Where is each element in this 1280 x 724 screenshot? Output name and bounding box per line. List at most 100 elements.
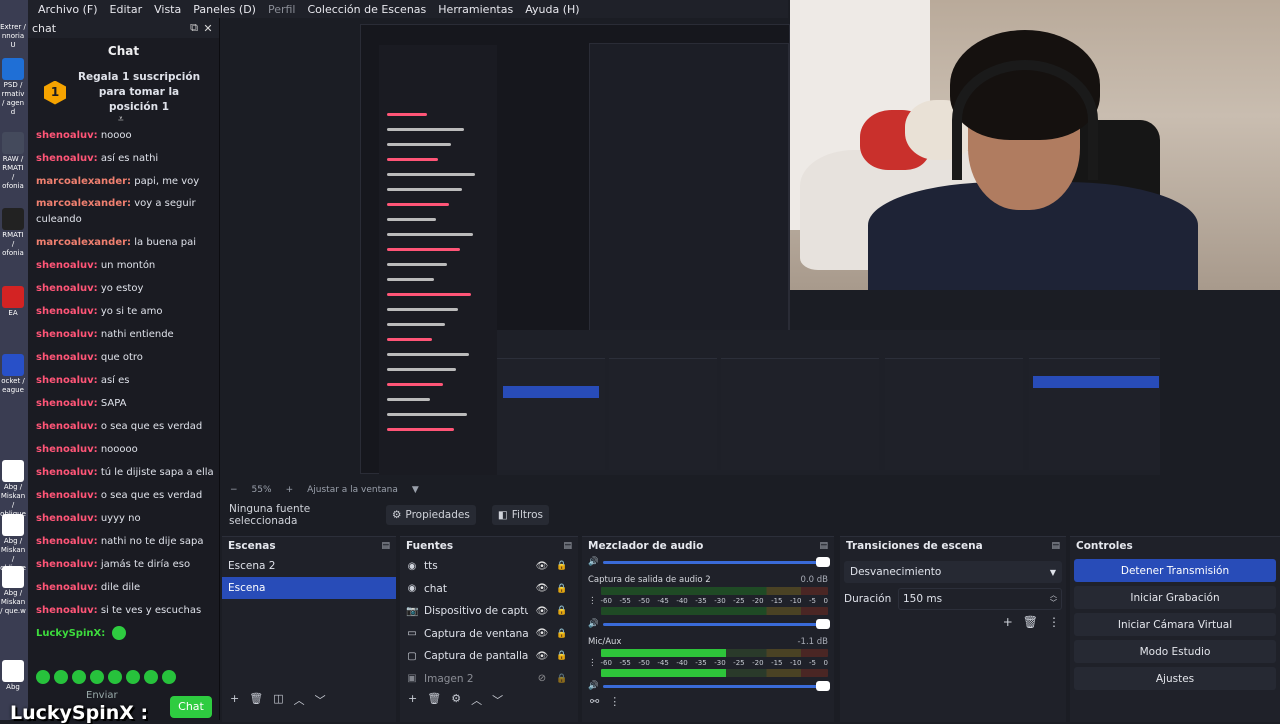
- chat-username[interactable]: shenoaluv:: [36, 329, 98, 340]
- desktop-icon[interactable]: EA: [0, 286, 26, 318]
- add-icon[interactable]: +: [230, 692, 239, 708]
- desktop-icon[interactable]: PSD / rmativ / agen d: [0, 58, 26, 117]
- lock-icon[interactable]: 🔒: [556, 606, 567, 616]
- chat-username[interactable]: LuckySpinX:: [36, 628, 105, 639]
- desktop-icon[interactable]: RMATI / ofonia: [0, 208, 26, 258]
- filter-icon[interactable]: ◫: [273, 692, 283, 708]
- menu-ayuda[interactable]: Ayuda (H): [519, 3, 585, 16]
- close-icon[interactable]: ✕: [201, 22, 215, 35]
- down-icon[interactable]: ﹀: [315, 692, 326, 708]
- dock-menu-icon[interactable]: ▤: [819, 541, 828, 551]
- emote-icon[interactable]: [72, 670, 86, 684]
- add-icon[interactable]: +: [1003, 615, 1013, 629]
- source-item[interactable]: ▢ Captura de pantalla 👁 🔒: [400, 645, 578, 668]
- scene-item[interactable]: Escena 2: [222, 555, 396, 577]
- emote-icon[interactable]: [162, 670, 176, 684]
- source-item[interactable]: ▣ Imagen 2 ⊘ 🔒: [400, 668, 578, 691]
- control-button[interactable]: Detener Transmisión: [1074, 559, 1276, 582]
- desktop-icon[interactable]: RAW / RMATI / ofonia: [0, 132, 26, 191]
- chat-username[interactable]: shenoaluv:: [36, 375, 98, 386]
- emote-icon[interactable]: [36, 670, 50, 684]
- filters-button[interactable]: ◧ Filtros: [491, 505, 549, 525]
- chat-username[interactable]: shenoaluv:: [36, 536, 98, 547]
- send-input[interactable]: Enviar: [86, 690, 118, 701]
- menu-editar[interactable]: Editar: [104, 3, 149, 16]
- speaker-icon[interactable]: 🔊: [588, 557, 599, 567]
- more-icon[interactable]: ⋮: [588, 596, 597, 606]
- menu-paneles[interactable]: Paneles (D): [187, 3, 262, 16]
- chat-username[interactable]: shenoaluv:: [36, 306, 98, 317]
- emote-icon[interactable]: [108, 670, 122, 684]
- source-item[interactable]: ◉ tts 👁 🔒: [400, 555, 578, 578]
- eye-icon[interactable]: 👁: [534, 583, 550, 594]
- desktop-icon[interactable]: Abg / Miskan / que.w: [0, 566, 26, 616]
- transition-select[interactable]: Desvanecimiento ▼: [844, 561, 1062, 583]
- eye-icon[interactable]: 👁: [534, 606, 550, 617]
- lock-icon[interactable]: 🔒: [556, 629, 567, 639]
- control-button[interactable]: Iniciar Grabación: [1074, 586, 1276, 609]
- stepper-icon[interactable]: ︿ ﹀: [1050, 591, 1057, 607]
- lock-icon[interactable]: 🔒: [556, 584, 567, 594]
- menu-perfil[interactable]: Perfil: [262, 3, 302, 16]
- control-button[interactable]: Ajustes: [1074, 667, 1276, 690]
- chat-username[interactable]: shenoaluv:: [36, 513, 98, 524]
- eye-icon[interactable]: 👁: [534, 561, 550, 572]
- eye-icon[interactable]: 👁: [534, 628, 550, 639]
- trash-icon[interactable]: 🗑: [427, 692, 441, 708]
- chat-username[interactable]: shenoaluv:: [36, 444, 98, 455]
- eye-off-icon[interactable]: ⊘: [534, 673, 550, 684]
- desktop-icon[interactable]: Abg / Miskan / oblique: [0, 460, 26, 519]
- volume-slider[interactable]: 🔊: [588, 555, 830, 569]
- desktop-icon[interactable]: Abg: [0, 660, 26, 692]
- chat-username[interactable]: marcoalexander:: [36, 198, 131, 209]
- trash-icon[interactable]: 🗑: [249, 692, 263, 708]
- lock-icon[interactable]: 🔒: [556, 561, 567, 571]
- chat-username[interactable]: shenoaluv:: [36, 130, 98, 141]
- chat-username[interactable]: shenoaluv:: [36, 153, 98, 164]
- speaker-icon[interactable]: 🔊: [588, 619, 599, 629]
- up-icon[interactable]: ︿: [471, 692, 482, 708]
- zoom-in-icon[interactable]: +: [286, 485, 294, 495]
- dock-menu-icon[interactable]: ▤: [563, 541, 572, 551]
- source-item[interactable]: ▭ Captura de ventana 👁 🔒: [400, 623, 578, 646]
- control-button[interactable]: Modo Estudio: [1074, 640, 1276, 663]
- menu-herramientas[interactable]: Herramientas: [432, 3, 519, 16]
- scene-item[interactable]: Escena: [222, 577, 396, 599]
- down-icon[interactable]: ﹀: [492, 692, 503, 708]
- chat-username[interactable]: shenoaluv:: [36, 467, 98, 478]
- duration-field[interactable]: 150 ms ︿ ﹀: [898, 588, 1062, 610]
- gear-icon[interactable]: ⚙: [451, 692, 461, 708]
- slider-knob[interactable]: [816, 618, 830, 629]
- slider-knob[interactable]: [816, 680, 830, 691]
- volume-slider[interactable]: 🔊: [588, 679, 830, 693]
- slider-knob[interactable]: [816, 556, 830, 567]
- chat-username[interactable]: shenoaluv:: [36, 605, 98, 616]
- volume-slider[interactable]: 🔊: [588, 617, 830, 631]
- fit-select[interactable]: Ajustar a la ventana: [307, 485, 398, 495]
- lock-icon[interactable]: 🔒: [556, 674, 567, 684]
- chat-username[interactable]: shenoaluv:: [36, 352, 98, 363]
- dock-menu-icon[interactable]: ▤: [381, 541, 390, 551]
- chat-username[interactable]: shenoaluv:: [36, 283, 98, 294]
- menu-vista[interactable]: Vista: [148, 3, 187, 16]
- chat-username[interactable]: shenoaluv:: [36, 582, 98, 593]
- dock-menu-icon[interactable]: ▤: [1051, 541, 1060, 551]
- source-item[interactable]: 📷 Dispositivo de captura 👁 🔒: [400, 600, 578, 623]
- add-icon[interactable]: +: [408, 692, 417, 708]
- chat-username[interactable]: marcoalexander:: [36, 237, 131, 248]
- zoom-out-icon[interactable]: −: [230, 485, 238, 495]
- chat-send-button[interactable]: Chat: [170, 696, 212, 718]
- source-item[interactable]: ◉ chat 👁 🔒: [400, 578, 578, 601]
- more-icon[interactable]: ⋮: [1048, 615, 1060, 629]
- speaker-icon[interactable]: 🔊: [588, 681, 599, 691]
- undock-icon[interactable]: ⧉: [187, 21, 201, 35]
- control-button[interactable]: Iniciar Cámara Virtual: [1074, 613, 1276, 636]
- emote-icon[interactable]: [144, 670, 158, 684]
- chat-username[interactable]: shenoaluv:: [36, 490, 98, 501]
- link-icon[interactable]: ⚯: [590, 695, 599, 708]
- chat-username[interactable]: shenoaluv:: [36, 260, 98, 271]
- chat-username[interactable]: marcoalexander:: [36, 176, 131, 187]
- menu-archivo[interactable]: Archivo (F): [32, 3, 104, 16]
- lock-icon[interactable]: 🔒: [556, 651, 567, 661]
- chat-username[interactable]: shenoaluv:: [36, 398, 98, 409]
